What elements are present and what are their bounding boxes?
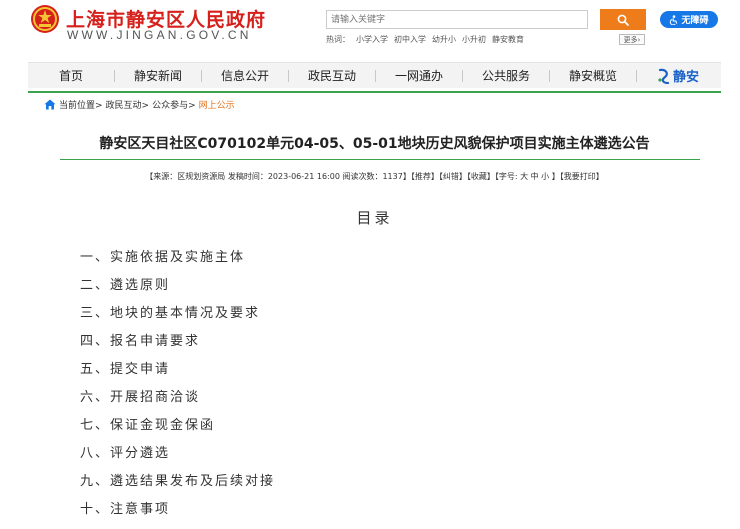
toc-item[interactable]: 八、评分遴选 <box>80 444 275 472</box>
accessibility-icon <box>670 14 678 25</box>
hot-word-link[interactable]: 初中入学 <box>394 34 426 45</box>
home-icon <box>44 99 56 109</box>
breadcrumb-current[interactable]: 网上公示 <box>199 98 235 111</box>
hot-word-link[interactable]: 静安教育 <box>492 34 524 45</box>
more-button[interactable]: 更多› <box>619 34 645 45</box>
search-icon <box>617 14 629 26</box>
breadcrumb: 当前位置> 政民互动> 公众参与> 网上公示 <box>44 96 235 112</box>
nav-divider-line <box>28 91 721 93</box>
search-button[interactable] <box>600 9 646 30</box>
breadcrumb-link[interactable]: 政民互动> <box>106 98 150 111</box>
accessibility-button[interactable]: 无障碍 <box>660 11 718 28</box>
toc-item[interactable]: 六、开展招商洽谈 <box>80 388 275 416</box>
hot-words: 热词： 小学入学 初中入学 幼升小 小升初 静安教育 <box>326 34 524 45</box>
jingan-logo-icon <box>658 68 670 84</box>
main-nav: 首页 静安新闻 信息公开 政民互动 一网通办 公共服务 静安概览 静安 <box>28 62 721 88</box>
title-divider <box>60 159 700 160</box>
hot-word-link[interactable]: 小升初 <box>462 34 486 45</box>
nav-item-disclosure[interactable]: 信息公开 <box>202 63 288 89</box>
site-url: WWW.JINGAN.GOV.CN <box>67 28 252 42</box>
nav-item-home[interactable]: 首页 <box>28 63 114 89</box>
breadcrumb-link[interactable]: 公众参与> <box>152 98 196 111</box>
site-header: 上海市静安区人民政府 WWW.JINGAN.GOV.CN 无障碍 热词： 小学入… <box>0 0 740 58</box>
toc-item[interactable]: 五、提交申请 <box>80 360 275 388</box>
article-meta: 【来源：区规划资源局 发稿时间：2023-06-21 16:00 阅读次数：11… <box>145 172 604 181</box>
toc-item[interactable]: 四、报名申请要求 <box>80 332 275 360</box>
article-title: 静安区天目社区C070102单元04-05、05-01地块历史风貌保护项目实施主… <box>99 136 650 152</box>
toc-item[interactable]: 三、地块的基本情况及要求 <box>80 304 275 332</box>
accessibility-label: 无障碍 <box>681 16 709 26</box>
nav-item-overview[interactable]: 静安概览 <box>550 63 636 89</box>
hot-word-link[interactable]: 小学入学 <box>356 34 388 45</box>
nav-item-public-service[interactable]: 公共服务 <box>463 63 549 89</box>
toc-title: 目录 <box>356 209 393 227</box>
breadcrumb-prefix: 当前位置> <box>59 100 103 111</box>
toc-item[interactable]: 九、遴选结果发布及后续对接 <box>80 472 275 500</box>
toc-item[interactable]: 七、保证金现金保函 <box>80 416 275 444</box>
toc-item[interactable]: 二、遴选原则 <box>80 276 275 304</box>
nav-item-jingan-brand[interactable]: 静安 <box>637 63 719 89</box>
nav-item-one-network[interactable]: 一网通办 <box>376 63 462 89</box>
toc-list: 一、实施依据及实施主体 二、遴选原则 三、地块的基本情况及要求 四、报名申请要求… <box>80 248 275 528</box>
toc-item[interactable]: 一、实施依据及实施主体 <box>80 248 275 276</box>
nav-item-news[interactable]: 静安新闻 <box>115 63 201 89</box>
hot-words-label: 热词： <box>326 35 350 44</box>
toc-item[interactable]: 十、注意事项 <box>80 500 275 528</box>
nav-item-interaction[interactable]: 政民互动 <box>289 63 375 89</box>
hot-word-link[interactable]: 幼升小 <box>432 34 456 45</box>
nav-brand-label: 静安 <box>672 70 699 85</box>
search-input[interactable] <box>326 10 588 29</box>
national-emblem-icon <box>30 4 60 34</box>
